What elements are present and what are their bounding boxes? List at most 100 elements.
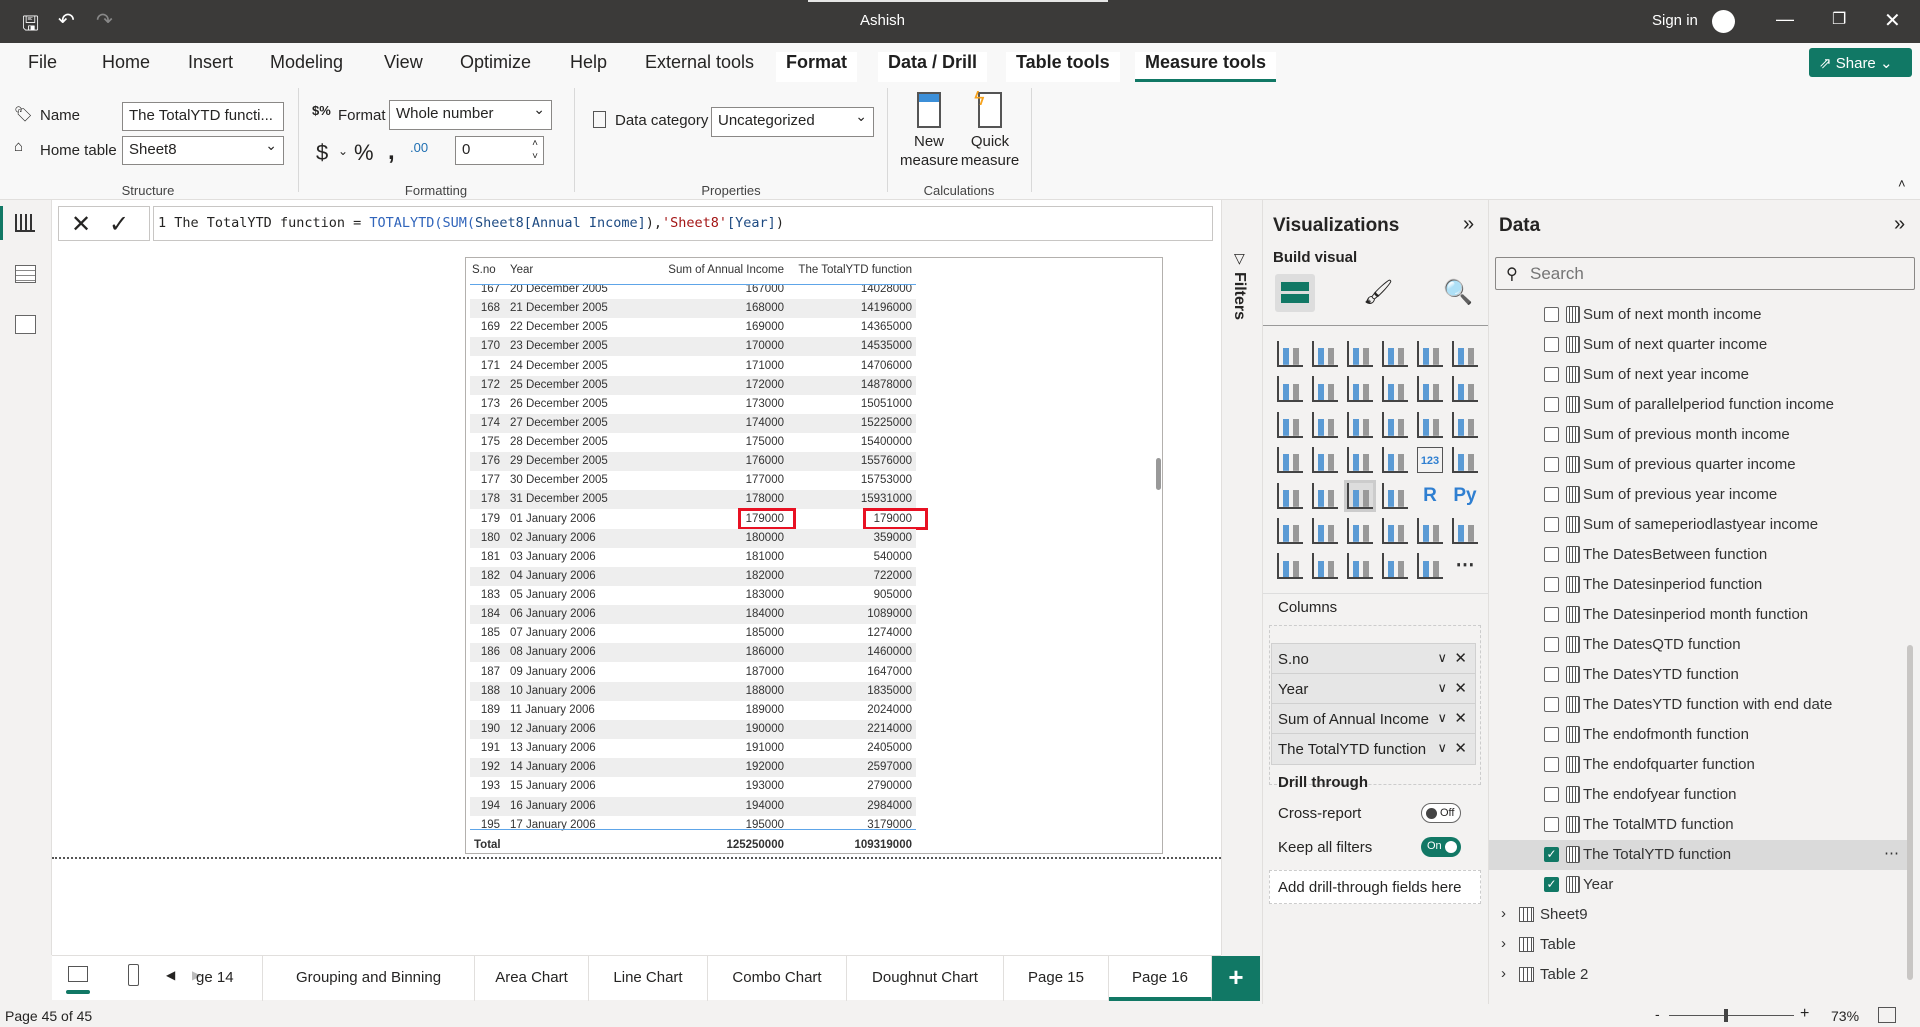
table-row[interactable]: 183 05 January 2006 183000 905000	[470, 586, 916, 605]
field-checkbox[interactable]: ✓	[1544, 847, 1559, 862]
more-options-icon[interactable]: ⋯	[1884, 844, 1899, 862]
field-checkbox[interactable]	[1544, 307, 1559, 322]
minimize-icon[interactable]: —	[1776, 9, 1794, 30]
column-field[interactable]: Sum of Annual Income ∨ ✕	[1271, 703, 1476, 735]
page-tab[interactable]: ge 14	[196, 956, 263, 1001]
treemap-icon[interactable]	[1452, 411, 1478, 438]
comma-button[interactable]: ,	[388, 138, 395, 166]
line-clustered-column-icon[interactable]	[1382, 376, 1408, 403]
desktop-layout-icon[interactable]	[68, 966, 88, 982]
field-checkbox[interactable]	[1544, 727, 1559, 742]
scroll-left-icon[interactable]: ◀	[166, 968, 175, 982]
cross-report-toggle[interactable]: Off	[1421, 803, 1461, 823]
save-icon[interactable]: 🖫	[22, 9, 39, 43]
remove-field-icon[interactable]: ✕	[1454, 649, 1467, 667]
metrics-icon[interactable]	[1417, 518, 1443, 544]
donut-icon[interactable]	[1417, 411, 1443, 438]
field-item[interactable]: The DatesYTD function with end date	[1489, 690, 1909, 720]
name-input[interactable]: The TotalYTD functi...	[122, 102, 284, 131]
home-table-select[interactable]: Sheet8	[122, 136, 284, 165]
table-row[interactable]: 167 20 December 2005 167000 14028000	[470, 284, 916, 299]
clustered-column-icon[interactable]	[1382, 341, 1408, 367]
table-row[interactable]: 170 23 December 2005 170000 14535000	[470, 337, 916, 357]
column-header-sno[interactable]: S.no	[472, 264, 496, 276]
field-checkbox[interactable]	[1544, 547, 1559, 562]
stacked-bar-icon[interactable]	[1277, 341, 1303, 367]
python-visual-icon[interactable]: Py	[1452, 483, 1478, 509]
redo-icon[interactable]: ↷	[96, 8, 113, 33]
field-checkbox[interactable]	[1544, 457, 1559, 472]
table-item[interactable]: › Table	[1489, 930, 1909, 960]
field-item[interactable]: The TotalMTD function	[1489, 810, 1909, 840]
build-visual-tab[interactable]	[1275, 274, 1315, 312]
field-item[interactable]: The Datesinperiod month function	[1489, 600, 1909, 630]
column-field[interactable]: Year ∨ ✕	[1271, 673, 1476, 705]
field-item[interactable]: Sum of next month income	[1489, 300, 1909, 330]
decimal-icon[interactable]: .00	[410, 140, 428, 155]
table-row[interactable]: 181 03 January 2006 181000 540000	[470, 548, 916, 567]
field-item[interactable]: The endofmonth function	[1489, 720, 1909, 750]
chevron-down-icon[interactable]: ∨	[1437, 710, 1447, 726]
table-icon[interactable]	[1344, 479, 1376, 512]
format-select[interactable]: Whole number	[389, 100, 552, 130]
mobile-layout-icon[interactable]	[128, 964, 139, 986]
collapse-pane-icon[interactable]: »	[1894, 213, 1905, 236]
table-row[interactable]: 178 31 December 2005 178000 15931000	[470, 490, 916, 510]
table-row[interactable]: 179 01 January 2006 179000 179000	[470, 507, 928, 530]
field-checkbox[interactable]	[1544, 427, 1559, 442]
tab-data-drill[interactable]: Data / Drill	[878, 52, 988, 82]
page-tab[interactable]: Page 16	[1109, 956, 1212, 1001]
collapse-ribbon-icon[interactable]: ˄	[1898, 176, 1906, 191]
table-row[interactable]: 171 24 December 2005 171000 14706000	[470, 357, 916, 376]
power-apps-icon[interactable]	[1382, 553, 1408, 580]
field-item[interactable]: Sum of next quarter income	[1489, 330, 1909, 360]
table-row[interactable]: 186 08 January 2006 186000 1460000	[470, 643, 916, 663]
area-icon[interactable]	[1312, 376, 1338, 403]
field-item[interactable]: The endofquarter function	[1489, 750, 1909, 780]
field-checkbox[interactable]	[1544, 667, 1559, 682]
zoom-in-button[interactable]: +	[1800, 1005, 1809, 1023]
table-row[interactable]: 195 17 January 2006 195000 3179000	[470, 816, 916, 835]
funnel-icon[interactable]	[1312, 411, 1338, 438]
remove-field-icon[interactable]: ✕	[1454, 679, 1467, 697]
pie-icon[interactable]	[1382, 411, 1408, 438]
data-category-select[interactable]: Uncategorized	[711, 107, 874, 137]
chevron-right-icon[interactable]: ›	[1501, 935, 1506, 952]
field-checkbox[interactable]	[1544, 787, 1559, 802]
table-row[interactable]: 194 16 January 2006 194000 2984000	[470, 796, 916, 816]
tab-measure-tools[interactable]: Measure tools	[1135, 52, 1277, 82]
arcgis-map-icon[interactable]	[1347, 553, 1373, 580]
model-view-icon[interactable]	[15, 315, 36, 334]
gauge-icon[interactable]	[1382, 447, 1408, 474]
field-item[interactable]: ✓ Year	[1489, 870, 1909, 900]
restore-icon[interactable]: ❐	[1832, 9, 1846, 29]
100-stacked-column-icon[interactable]	[1452, 341, 1478, 367]
tab-view[interactable]: View	[374, 52, 433, 82]
table-item[interactable]: › Sheet9	[1489, 900, 1909, 930]
page-tab[interactable]: Page 15	[1004, 956, 1109, 1001]
chevron-down-icon[interactable]: ∨	[1437, 740, 1447, 756]
table-row[interactable]: 174 27 December 2005 174000 15225000	[470, 413, 916, 433]
close-icon[interactable]: ✕	[1884, 8, 1901, 33]
line-stacked-column-icon[interactable]	[1417, 376, 1443, 403]
table-row[interactable]: 184 06 January 2006 184000 1089000	[470, 605, 916, 625]
remove-field-icon[interactable]: ✕	[1454, 739, 1467, 757]
card-new-icon[interactable]	[1277, 553, 1303, 580]
ribbon-icon[interactable]	[1452, 376, 1478, 403]
avatar-icon[interactable]	[1712, 10, 1735, 33]
table-row[interactable]: 173 26 December 2005 173000 15051000	[470, 395, 916, 414]
table-row[interactable]: 190 12 January 2006 190000 2214000	[470, 719, 916, 739]
field-item[interactable]: Sum of previous month income	[1489, 420, 1909, 450]
cancel-icon[interactable]: ✕	[71, 210, 91, 239]
table-row[interactable]: 180 02 January 2006 180000 359000	[470, 528, 916, 548]
zoom-slider[interactable]	[1669, 1009, 1794, 1022]
table-row[interactable]: 177 30 December 2005 177000 15753000	[470, 471, 916, 490]
decimal-places-stepper[interactable]: 0 ˄ ˅	[455, 136, 544, 165]
column-header-year[interactable]: Year	[510, 264, 533, 276]
clustered-bar-icon[interactable]	[1347, 341, 1373, 367]
tab-optimize[interactable]: Optimize	[450, 52, 541, 82]
commit-icon[interactable]: ✓	[109, 210, 129, 239]
column-header-totalytd[interactable]: The TotalYTD function	[780, 264, 912, 276]
card-icon[interactable]: 123	[1417, 447, 1443, 474]
table-row[interactable]: 168 21 December 2005 168000 14196000	[470, 299, 916, 319]
